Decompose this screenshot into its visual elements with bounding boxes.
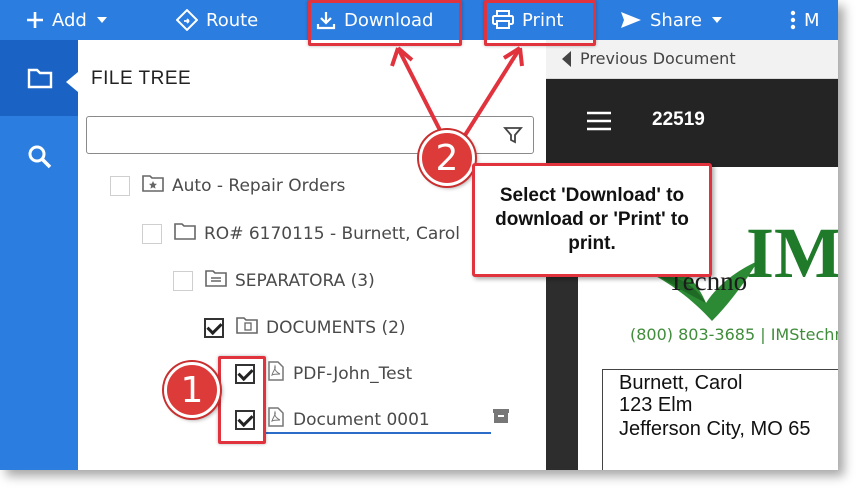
app-window: Add Route Download Print Share M FILE TR… — [0, 0, 838, 470]
step-1-badge: 1 — [164, 362, 220, 418]
callout-arrows — [390, 46, 524, 143]
step-2-badge: 2 — [419, 130, 475, 186]
instruction-tooltip: Select 'Download' to download or 'Print'… — [472, 163, 712, 277]
